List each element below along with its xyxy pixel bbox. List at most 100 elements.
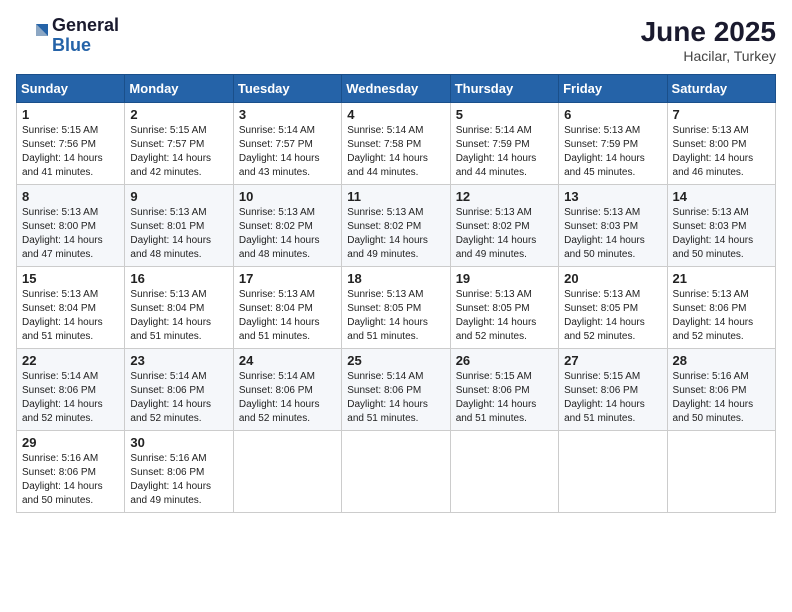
day-number: 21 [673, 271, 770, 286]
day-number: 14 [673, 189, 770, 204]
day-number: 16 [130, 271, 227, 286]
day-number: 13 [564, 189, 661, 204]
calendar-day-cell: 2 Sunrise: 5:15 AMSunset: 7:57 PMDayligh… [125, 103, 233, 185]
day-number: 18 [347, 271, 444, 286]
calendar-day-cell: 24 Sunrise: 5:14 AMSunset: 8:06 PMDaylig… [233, 349, 341, 431]
calendar-header-row: Sunday Monday Tuesday Wednesday Thursday… [17, 75, 776, 103]
calendar-week-row: 22 Sunrise: 5:14 AMSunset: 8:06 PMDaylig… [17, 349, 776, 431]
month-year: June 2025 [641, 16, 776, 48]
day-number: 2 [130, 107, 227, 122]
calendar-day-cell: 15 Sunrise: 5:13 AMSunset: 8:04 PMDaylig… [17, 267, 125, 349]
day-info: Sunrise: 5:14 AMSunset: 8:06 PMDaylight:… [130, 371, 211, 424]
day-number: 27 [564, 353, 661, 368]
col-friday: Friday [559, 75, 667, 103]
day-info: Sunrise: 5:16 AMSunset: 8:06 PMDaylight:… [673, 371, 754, 424]
calendar-day-cell: 12 Sunrise: 5:13 AMSunset: 8:02 PMDaylig… [450, 185, 558, 267]
day-info: Sunrise: 5:13 AMSunset: 7:59 PMDaylight:… [564, 125, 645, 178]
calendar-day-cell: 7 Sunrise: 5:13 AMSunset: 8:00 PMDayligh… [667, 103, 775, 185]
calendar-day-cell: 19 Sunrise: 5:13 AMSunset: 8:05 PMDaylig… [450, 267, 558, 349]
day-number: 8 [22, 189, 119, 204]
day-info: Sunrise: 5:13 AMSunset: 8:00 PMDaylight:… [673, 125, 754, 178]
day-info: Sunrise: 5:14 AMSunset: 7:59 PMDaylight:… [456, 125, 537, 178]
col-saturday: Saturday [667, 75, 775, 103]
logo-blue: Blue [52, 35, 91, 55]
day-info: Sunrise: 5:14 AMSunset: 8:06 PMDaylight:… [239, 371, 320, 424]
day-number: 19 [456, 271, 553, 286]
day-info: Sunrise: 5:14 AMSunset: 8:06 PMDaylight:… [22, 371, 103, 424]
calendar-day-cell: 17 Sunrise: 5:13 AMSunset: 8:04 PMDaylig… [233, 267, 341, 349]
day-info: Sunrise: 5:13 AMSunset: 8:02 PMDaylight:… [456, 207, 537, 260]
day-info: Sunrise: 5:14 AMSunset: 7:58 PMDaylight:… [347, 125, 428, 178]
calendar-day-cell: 20 Sunrise: 5:13 AMSunset: 8:05 PMDaylig… [559, 267, 667, 349]
logo-icon [16, 20, 48, 52]
day-number: 28 [673, 353, 770, 368]
empty-cell [667, 431, 775, 513]
col-wednesday: Wednesday [342, 75, 450, 103]
day-number: 11 [347, 189, 444, 204]
calendar-week-row: 1 Sunrise: 5:15 AMSunset: 7:56 PMDayligh… [17, 103, 776, 185]
day-info: Sunrise: 5:13 AMSunset: 8:05 PMDaylight:… [564, 289, 645, 342]
calendar-table: Sunday Monday Tuesday Wednesday Thursday… [16, 74, 776, 513]
day-number: 25 [347, 353, 444, 368]
day-number: 24 [239, 353, 336, 368]
day-number: 20 [564, 271, 661, 286]
day-info: Sunrise: 5:14 AMSunset: 7:57 PMDaylight:… [239, 125, 320, 178]
calendar-day-cell: 29 Sunrise: 5:16 AMSunset: 8:06 PMDaylig… [17, 431, 125, 513]
day-number: 17 [239, 271, 336, 286]
day-info: Sunrise: 5:13 AMSunset: 8:02 PMDaylight:… [239, 207, 320, 260]
day-info: Sunrise: 5:13 AMSunset: 8:03 PMDaylight:… [564, 207, 645, 260]
day-info: Sunrise: 5:13 AMSunset: 8:05 PMDaylight:… [456, 289, 537, 342]
calendar-day-cell: 30 Sunrise: 5:16 AMSunset: 8:06 PMDaylig… [125, 431, 233, 513]
logo-text: General Blue [52, 16, 119, 56]
calendar-day-cell: 4 Sunrise: 5:14 AMSunset: 7:58 PMDayligh… [342, 103, 450, 185]
calendar-day-cell: 6 Sunrise: 5:13 AMSunset: 7:59 PMDayligh… [559, 103, 667, 185]
col-monday: Monday [125, 75, 233, 103]
col-tuesday: Tuesday [233, 75, 341, 103]
calendar-day-cell: 8 Sunrise: 5:13 AMSunset: 8:00 PMDayligh… [17, 185, 125, 267]
day-info: Sunrise: 5:13 AMSunset: 8:05 PMDaylight:… [347, 289, 428, 342]
day-info: Sunrise: 5:15 AMSunset: 7:56 PMDaylight:… [22, 125, 103, 178]
calendar-day-cell: 21 Sunrise: 5:13 AMSunset: 8:06 PMDaylig… [667, 267, 775, 349]
day-info: Sunrise: 5:15 AMSunset: 8:06 PMDaylight:… [564, 371, 645, 424]
calendar-day-cell: 26 Sunrise: 5:15 AMSunset: 8:06 PMDaylig… [450, 349, 558, 431]
day-number: 23 [130, 353, 227, 368]
day-info: Sunrise: 5:16 AMSunset: 8:06 PMDaylight:… [130, 453, 211, 506]
calendar-day-cell: 27 Sunrise: 5:15 AMSunset: 8:06 PMDaylig… [559, 349, 667, 431]
calendar-week-row: 29 Sunrise: 5:16 AMSunset: 8:06 PMDaylig… [17, 431, 776, 513]
day-number: 3 [239, 107, 336, 122]
calendar-day-cell: 10 Sunrise: 5:13 AMSunset: 8:02 PMDaylig… [233, 185, 341, 267]
day-info: Sunrise: 5:15 AMSunset: 8:06 PMDaylight:… [456, 371, 537, 424]
day-info: Sunrise: 5:13 AMSunset: 8:02 PMDaylight:… [347, 207, 428, 260]
day-number: 30 [130, 435, 227, 450]
calendar-week-row: 8 Sunrise: 5:13 AMSunset: 8:00 PMDayligh… [17, 185, 776, 267]
day-info: Sunrise: 5:13 AMSunset: 8:01 PMDaylight:… [130, 207, 211, 260]
calendar-day-cell: 23 Sunrise: 5:14 AMSunset: 8:06 PMDaylig… [125, 349, 233, 431]
calendar-day-cell: 3 Sunrise: 5:14 AMSunset: 7:57 PMDayligh… [233, 103, 341, 185]
empty-cell [342, 431, 450, 513]
calendar-day-cell: 28 Sunrise: 5:16 AMSunset: 8:06 PMDaylig… [667, 349, 775, 431]
calendar-day-cell: 5 Sunrise: 5:14 AMSunset: 7:59 PMDayligh… [450, 103, 558, 185]
day-number: 10 [239, 189, 336, 204]
calendar-day-cell: 22 Sunrise: 5:14 AMSunset: 8:06 PMDaylig… [17, 349, 125, 431]
day-number: 4 [347, 107, 444, 122]
empty-cell [559, 431, 667, 513]
day-number: 12 [456, 189, 553, 204]
logo-general: General [52, 15, 119, 35]
calendar-day-cell: 16 Sunrise: 5:13 AMSunset: 8:04 PMDaylig… [125, 267, 233, 349]
day-info: Sunrise: 5:13 AMSunset: 8:06 PMDaylight:… [673, 289, 754, 342]
calendar-day-cell: 18 Sunrise: 5:13 AMSunset: 8:05 PMDaylig… [342, 267, 450, 349]
day-number: 1 [22, 107, 119, 122]
day-info: Sunrise: 5:14 AMSunset: 8:06 PMDaylight:… [347, 371, 428, 424]
logo: General Blue [16, 16, 119, 56]
title-block: June 2025 Hacilar, Turkey [641, 16, 776, 64]
col-thursday: Thursday [450, 75, 558, 103]
day-info: Sunrise: 5:13 AMSunset: 8:04 PMDaylight:… [22, 289, 103, 342]
calendar-day-cell: 14 Sunrise: 5:13 AMSunset: 8:03 PMDaylig… [667, 185, 775, 267]
empty-cell [233, 431, 341, 513]
day-info: Sunrise: 5:13 AMSunset: 8:03 PMDaylight:… [673, 207, 754, 260]
day-number: 29 [22, 435, 119, 450]
calendar-day-cell: 13 Sunrise: 5:13 AMSunset: 8:03 PMDaylig… [559, 185, 667, 267]
day-number: 7 [673, 107, 770, 122]
day-info: Sunrise: 5:15 AMSunset: 7:57 PMDaylight:… [130, 125, 211, 178]
day-info: Sunrise: 5:16 AMSunset: 8:06 PMDaylight:… [22, 453, 103, 506]
